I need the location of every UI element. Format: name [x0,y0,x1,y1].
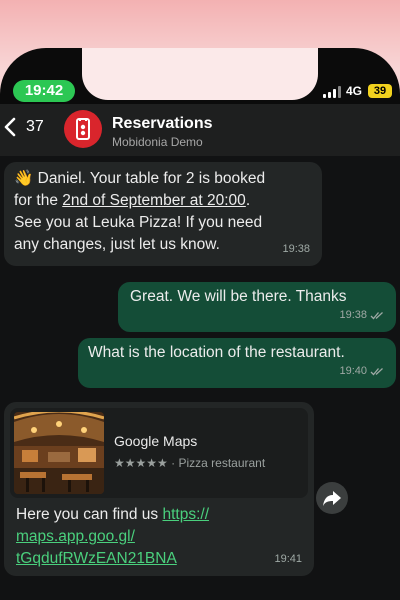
preview-title: Google Maps [114,433,198,449]
restaurant-photo [14,412,104,494]
battery-icon: 39 [368,84,392,98]
share-button[interactable] [316,482,348,514]
maps-link[interactable]: tGqdufRWzEAN21BNA [16,548,306,570]
message-meta: 19:41 [274,548,302,570]
message-outgoing[interactable]: Great. We will be there. Thanks 19:38 [118,282,396,332]
chat-header: 37 Reservations Mobidonia Demo [0,104,400,156]
unread-count: 37 [26,118,44,135]
maps-link[interactable]: https:// [162,506,209,523]
wave-emoji: 👋 [14,170,34,187]
chat-area: 👋 Daniel. Your table for 2 is booked for… [0,156,400,600]
message-time: 19:38 [339,309,367,321]
message-meta: 19:40 [339,360,384,382]
signal-icon [323,86,343,98]
message-meta: 19:38 [282,238,310,260]
message-text: Here you can find us [16,506,163,523]
message-time: 19:41 [274,553,302,565]
message-outgoing[interactable]: What is the location of the restaurant. … [78,338,396,388]
message-text: . [245,192,251,209]
contact-name[interactable]: Reservations [112,115,213,133]
preview-category: · Pizza restaurant [171,456,266,470]
status-bar: 19:42 4G 39 [0,48,400,104]
rating-stars: ★★★★★ [114,456,168,470]
maps-link[interactable]: maps.app.goo.gl/ [16,526,306,548]
contact-subtitle: Mobidonia Demo [112,135,203,149]
message-meta: 19:38 [339,304,384,326]
message-text: See you at Leuka Pizza! If you need [14,214,263,231]
message-incoming[interactable]: Google Maps ★★★★★ · Pizza restaurant Her… [4,402,314,576]
message-body: Here you can find us https:// maps.app.g… [16,504,306,570]
date-link[interactable]: 2nd of September at 20:00 [62,192,246,209]
double-check-icon [370,367,383,375]
notch [82,48,318,100]
back-button[interactable]: 37 [4,114,56,142]
link-preview[interactable]: Google Maps ★★★★★ · Pizza restaurant [10,408,308,498]
phone-screen: 19:42 4G 39 37 Reservations Mobidonia De… [0,48,400,600]
chevron-left-icon [4,117,16,137]
status-time: 19:42 [13,80,75,102]
double-check-icon [370,311,383,319]
forward-icon [323,491,341,506]
network-type: 4G [346,84,363,98]
message-time: 19:38 [282,243,310,255]
avatar[interactable] [64,110,102,148]
message-time: 19:40 [339,365,367,377]
message-incoming[interactable]: 👋 Daniel. Your table for 2 is booked for… [4,162,322,266]
message-text: Daniel. Your table for 2 is booked [33,170,266,187]
reservation-logo-icon [76,118,90,140]
message-text: any changes, just let us know. [14,236,220,253]
preview-description: ★★★★★ · Pizza restaurant [114,452,265,474]
message-text: for the [14,192,63,209]
